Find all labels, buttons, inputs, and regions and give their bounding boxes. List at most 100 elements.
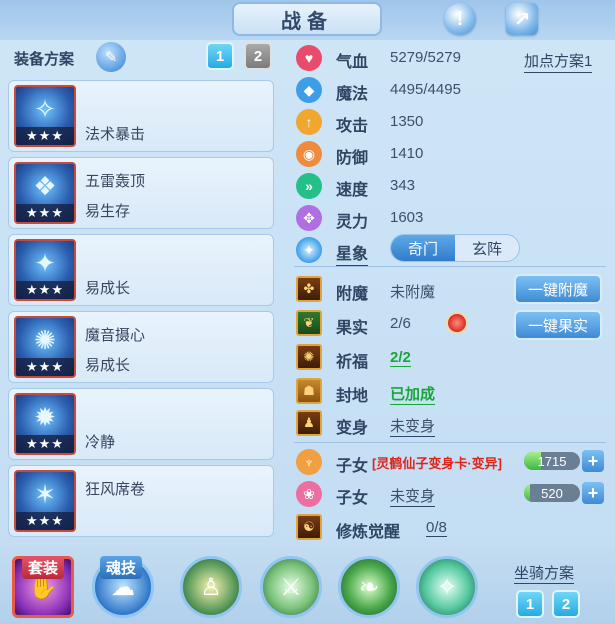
feature-name: 附魔 [336,286,369,303]
equipment-icon: ❖ ★★★ [14,162,76,224]
feature-value[interactable]: 已加成 [390,383,436,405]
defense-icon: ◉ [296,141,322,167]
feature-value[interactable]: 2/2 [390,349,411,367]
divider [294,442,606,443]
heart-icon: ♥ [296,45,322,71]
equip-slot-4[interactable]: ✺ ★★★ 魔音摄心 易成长 [8,311,274,383]
stat-name: 攻击 [336,118,369,135]
star-sign-icon: ✦ [296,237,322,263]
child-label: 子女 [336,490,369,507]
stat-spirit: ✥ 灵力 1603 [294,204,604,232]
feature-value[interactable]: 未变身 [390,415,436,437]
mount-plan-1-button[interactable]: 1 [516,590,544,618]
cultivation-row: ☯ 修炼觉醒 0/8 [294,514,604,542]
child-2-bar-value: 520 [541,485,563,501]
equip-slot-2[interactable]: ❖ ★★★ 五雷轰顶 易生存 [8,157,274,229]
equip-effect: 冷静 [85,434,116,451]
star-sign-label[interactable]: 星象 [336,240,369,266]
equip-effect: 法术暴击 [85,126,146,143]
equip-plan-1-button[interactable]: 1 [206,42,234,70]
stat-value: 1603 [390,209,424,226]
equip-skill: 魔音摄心 [85,327,146,344]
skill-slot-4[interactable]: ✧ [416,556,478,618]
equip-effect: 易成长 [85,280,131,297]
stat-name: 气血 [336,54,369,71]
speed-icon: » [296,173,322,199]
feature-name: 封地 [336,388,369,405]
child-value[interactable]: 未变身 [390,485,436,507]
enchant-icon: ✤ [296,276,322,302]
child-2-bar: 520 [524,484,580,502]
soul-label: 魂技 [100,556,143,579]
equipment-icon: ✦ ★★★ [14,239,76,301]
fruit-alert-icon[interactable] [446,312,468,334]
cultivation-value[interactable]: 0/8 [426,519,447,537]
feature-name: 变身 [336,420,369,437]
child-2-add-button[interactable]: + [582,482,604,504]
attack-icon: ↑ [296,109,322,135]
equip-plan-label: 装备方案 [14,51,75,68]
equipment-icon: ✺ ★★★ [14,316,76,378]
star-sign-tabs: 奇门 玄阵 [390,234,520,262]
stat-defense: ◉ 防御 1410 [294,140,604,168]
equip-slot-6[interactable]: ✶ ★★★ 狂风席卷 [8,465,274,537]
equipment-icon: ✶ ★★★ [14,470,76,532]
stat-attack: ↑ 攻击 1350 [294,108,604,136]
add-point-plan-link[interactable]: 加点方案1 [524,50,593,73]
stat-name: 防御 [336,150,369,167]
stat-value: 1410 [390,145,424,162]
tab-xuanzhen[interactable]: 玄阵 [455,235,519,261]
equip-slot-3[interactable]: ✦ ★★★ 易成长 [8,234,274,306]
mount-plan-label[interactable]: 坐骑方案 [514,562,575,584]
set-label: 套装 [22,556,65,579]
equipment-icon: ✧ ★★★ [14,85,76,147]
star-rating: ★★★ [16,358,74,376]
fruit-icon: ❦ [296,310,322,336]
stat-mp: ◆ 魔法 4495/4495 [294,76,604,104]
stat-value: 1350 [390,113,424,130]
skill-slot-2[interactable]: ⚔ [260,556,322,618]
one-click-fruit-button[interactable]: 一键果实 [514,310,602,340]
equip-slot-1[interactable]: ✧ ★★★ 法术暴击 [8,80,274,152]
child-transform-card[interactable]: [灵鹤仙子变身卡·变异] [372,453,502,472]
child-1-add-button[interactable]: + [582,450,604,472]
stat-name: 灵力 [336,214,369,231]
feature-value: 未附魔 [390,284,436,301]
divider [294,266,606,267]
stat-speed: » 速度 343 [294,172,604,200]
star-rating: ★★★ [16,435,74,453]
mount-plan-2-button[interactable]: 2 [552,590,580,618]
child-label: 子女 [336,458,369,475]
skill-slot-3[interactable]: ❧ [338,556,400,618]
mana-icon: ◆ [296,77,322,103]
equip-effect: 易成长 [85,357,131,374]
feature-name: 果实 [336,320,369,337]
star-rating: ★★★ [16,512,74,530]
equip-plan-header: 装备方案 ✎ 1 2 [10,42,280,74]
stat-value: 5279/5279 [390,49,461,66]
stat-value: 343 [390,177,416,194]
equip-skill: 狂风席卷 [85,481,146,498]
spirit-icon: ✥ [296,205,322,231]
equip-plan-2-button[interactable]: 2 [244,42,272,70]
fief-icon: ☗ [296,378,322,404]
feature-name: 祈福 [336,354,369,371]
equip-slot-5[interactable]: ✹ ★★★ 冷静 [8,388,274,460]
stat-value: 4495/4495 [390,81,461,98]
child-1-bar-value: 1715 [537,453,567,469]
star-rating: ★★★ [16,281,74,299]
equip-skill: 五雷轰顶 [85,173,146,190]
cultivation-label: 修炼觉醒 [336,524,401,541]
edit-icon[interactable]: ✎ [96,42,126,72]
info-icon[interactable]: ! [444,3,476,35]
child-icon: ♆ [296,449,322,475]
tab-qimen[interactable]: 奇门 [391,235,455,261]
child-1-bar: 1715 [524,452,580,470]
one-click-enchant-button[interactable]: 一键附魔 [514,274,602,304]
star-rating: ★★★ [16,127,74,145]
feature-transform: ♟ 变身 未变身 [294,410,604,438]
stat-name: 速度 [336,182,369,199]
skill-slot-1[interactable]: ♙ [180,556,242,618]
page-title: 战备 [232,2,382,36]
share-icon[interactable]: ↗ [506,3,538,35]
